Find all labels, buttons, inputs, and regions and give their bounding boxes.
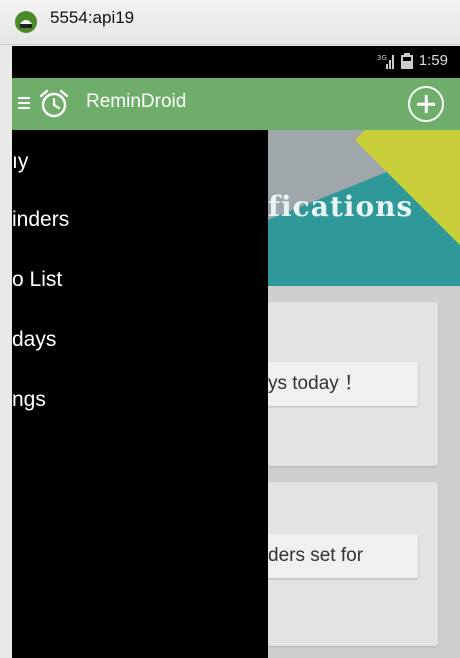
card-message: ders set for <box>268 534 418 578</box>
reminders-card[interactable]: ders set for <box>268 482 438 646</box>
signal-icon: 3G <box>377 54 394 69</box>
status-icons: 3G 1:59 <box>377 52 448 69</box>
banner-title: fications <box>268 190 414 223</box>
drawer-item-todo-list[interactable]: o List <box>12 260 268 300</box>
drawer-item-birthdays[interactable]: days <box>12 320 268 360</box>
menu-icon[interactable] <box>18 96 30 110</box>
card-message: ys today ！ <box>268 362 418 406</box>
status-time: 1:59 <box>418 52 448 69</box>
notifications-banner: fications <box>268 130 460 286</box>
drawer-item-today[interactable]: ıy <box>12 142 268 182</box>
navigation-drawer: ıy inders o List days ngs <box>12 130 268 658</box>
action-bar: ReminDroid <box>12 78 460 130</box>
alarm-clock-icon[interactable] <box>38 88 70 120</box>
svg-text:3G: 3G <box>377 54 387 62</box>
android-emulator-icon <box>15 11 37 33</box>
status-bar: 3G 1:59 <box>12 46 460 78</box>
app-title: ReminDroid <box>86 91 187 112</box>
drawer-item-settings[interactable]: ngs <box>12 380 268 420</box>
birthdays-card[interactable]: ys today ！ <box>268 302 438 466</box>
device-screen: 3G 1:59 ReminDroid fications ys today ！ … <box>12 46 460 658</box>
battery-icon <box>400 52 413 69</box>
emulator-title-bar: 5554:api19 <box>0 0 460 45</box>
add-reminder-button[interactable] <box>408 86 444 122</box>
drawer-item-reminders[interactable]: inders <box>12 200 268 240</box>
window-title: 5554:api19 <box>50 8 135 27</box>
